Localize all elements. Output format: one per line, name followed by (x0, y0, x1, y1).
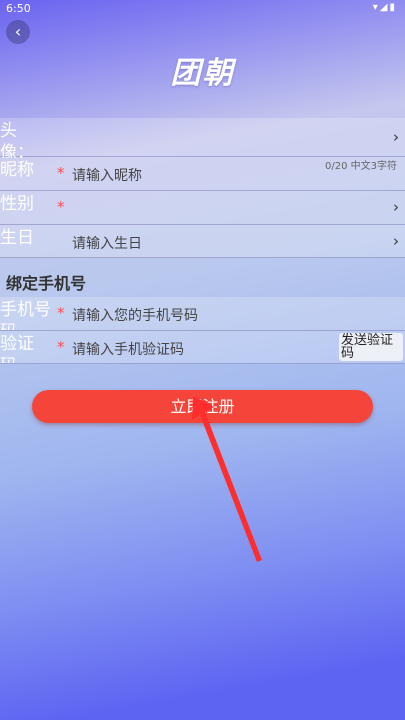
pointer-arrow-icon (192, 396, 262, 562)
